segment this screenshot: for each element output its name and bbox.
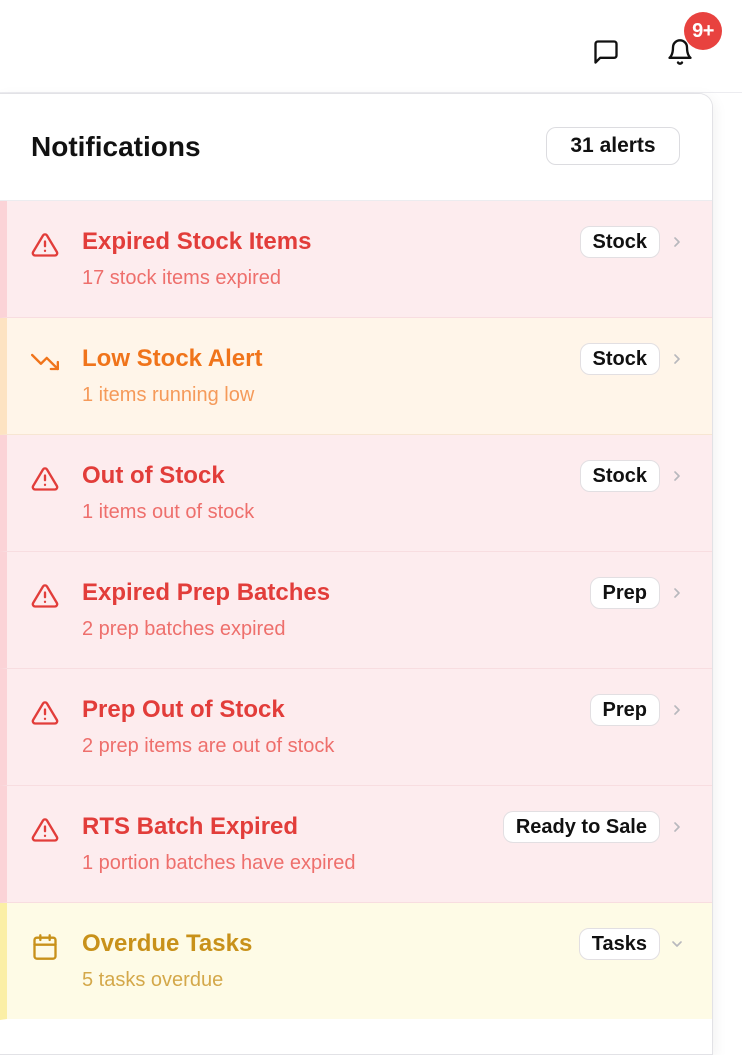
chevron-right-icon[interactable] xyxy=(668,584,686,602)
notification-subtitle: 1 items running low xyxy=(82,384,255,406)
notification-subtitle: 5 tasks overdue xyxy=(82,969,224,991)
notification-subtitle: 2 prep items are out of stock xyxy=(82,735,335,757)
notification-title: RTS Batch Expired xyxy=(82,813,299,840)
message-square-icon xyxy=(594,40,618,64)
notification-title: Prep Out of Stock xyxy=(82,696,285,723)
panel-header: Notifications 31 alerts xyxy=(0,94,712,201)
notification-item[interactable]: Out of Stock 1 items out of stock Stock xyxy=(0,435,712,552)
chevron-right-icon[interactable] xyxy=(668,467,686,485)
notification-title: Overdue Tasks xyxy=(82,930,253,957)
notifications-panel: Notifications 31 alerts Expired Stock It… xyxy=(0,93,713,1055)
notification-count-badge: 9+ xyxy=(684,12,722,50)
notification-item[interactable]: Prep Out of Stock 2 prep items are out of… xyxy=(0,669,712,786)
notification-item[interactable]: RTS Batch Expired 1 portion batches have … xyxy=(0,786,712,903)
notification-item[interactable]: Expired Prep Batches 2 prep batches expir… xyxy=(0,552,712,669)
category-tag: Stock xyxy=(579,226,660,258)
category-tag: Stock xyxy=(579,343,660,375)
notification-list: Expired Stock Items 17 stock items expire… xyxy=(0,201,712,1020)
notification-title: Out of Stock xyxy=(82,462,225,489)
notification-subtitle: 2 prep batches expired xyxy=(82,618,286,640)
category-tag: Tasks xyxy=(578,928,660,960)
chevron-down-icon[interactable] xyxy=(668,935,686,953)
notification-title: Expired Prep Batches xyxy=(82,579,331,606)
category-tag: Prep xyxy=(589,577,660,609)
messages-button[interactable] xyxy=(586,32,626,72)
category-tag: Ready to Sale xyxy=(502,811,660,843)
notification-subtitle: 1 portion batches have expired xyxy=(82,852,356,874)
notification-item[interactable]: Overdue Tasks 5 tasks overdue Tasks xyxy=(0,903,712,1020)
chevron-right-icon[interactable] xyxy=(668,233,686,251)
alert-triangle-icon xyxy=(29,697,61,729)
chevron-right-icon[interactable] xyxy=(668,701,686,719)
trending-down-icon xyxy=(29,346,61,378)
panel-title: Notifications xyxy=(31,131,201,162)
alert-count-chip: 31 alerts xyxy=(546,127,680,165)
alert-triangle-icon xyxy=(29,580,61,612)
notification-item[interactable]: Low Stock Alert 1 items running low Stock xyxy=(0,318,712,435)
notification-title: Low Stock Alert xyxy=(82,345,263,372)
alert-triangle-icon xyxy=(29,229,61,261)
chevron-right-icon[interactable] xyxy=(668,818,686,836)
notification-subtitle: 17 stock items expired xyxy=(82,267,281,289)
background-strip xyxy=(714,93,742,1024)
notification-item[interactable]: Expired Stock Items 17 stock items expire… xyxy=(0,201,712,318)
notification-title: Expired Stock Items xyxy=(82,228,312,255)
alert-triangle-icon xyxy=(29,463,61,495)
top-bar: 9+ xyxy=(0,0,742,92)
alert-triangle-icon xyxy=(29,814,61,846)
calendar-icon xyxy=(29,931,61,963)
chevron-right-icon[interactable] xyxy=(668,350,686,368)
category-tag: Stock xyxy=(579,460,660,492)
notification-subtitle: 1 items out of stock xyxy=(82,501,255,523)
category-tag: Prep xyxy=(589,694,660,726)
